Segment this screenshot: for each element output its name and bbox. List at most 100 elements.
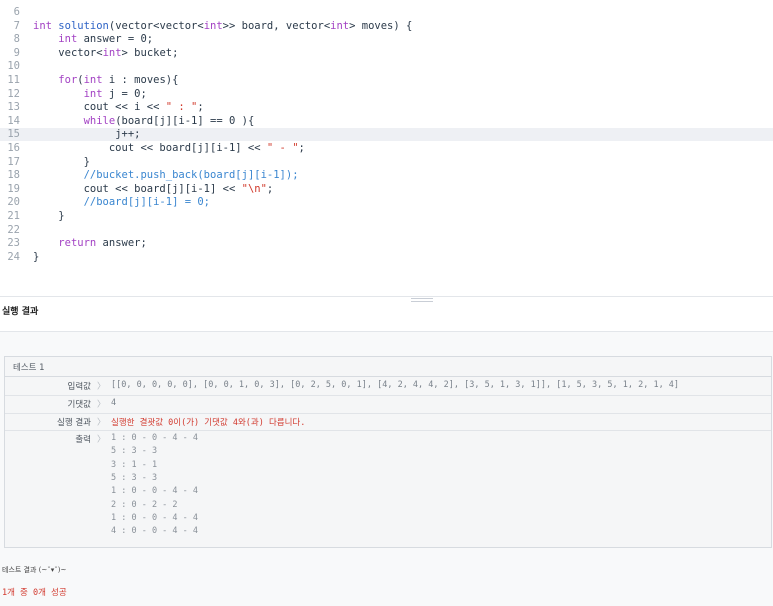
code-token: ; <box>266 182 274 195</box>
code-text: for(int i : moves){ <box>33 74 178 87</box>
code-token: " - " <box>266 142 299 154</box>
code-line[interactable]: 12 int j = 0; <box>0 88 773 101</box>
code-token: } <box>33 250 40 263</box>
code-line[interactable]: 19 cout << board[j][i-1] << "\n"; <box>0 183 773 196</box>
code-token: //bucket.push_back(board[j][i-1]); <box>83 169 299 182</box>
line-number: 18 <box>7 169 20 182</box>
code-line[interactable]: 9 vector<int> bucket; <box>0 47 773 60</box>
code-line[interactable]: 22 <box>0 224 773 237</box>
code-text: while(board[j][i-1] == 0 ){ <box>33 114 255 128</box>
code-line[interactable]: 18 //bucket.push_back(board[j][i-1]); <box>0 169 773 182</box>
line-number: 12 <box>7 87 20 100</box>
test-case-header: 테스트 1 <box>5 357 771 377</box>
line-number: 20 <box>7 196 20 209</box>
expected-row: 기댓값 〉 4 <box>5 395 771 414</box>
line-number: 8 <box>13 33 20 46</box>
code-line[interactable]: 16 cout << board[j][i-1] << " - "; <box>0 142 773 155</box>
chevron-right-icon: 〉 <box>97 400 106 410</box>
code-line[interactable]: 20 //board[j][i-1] = 0; <box>0 196 773 209</box>
code-token: >> board, vector< <box>222 19 331 32</box>
code-token: int <box>33 19 52 32</box>
code-token: int <box>58 33 78 46</box>
result-value: 실행한 결괏값 0이(가) 기댓값 4와(과) 다릅니다. <box>111 418 306 428</box>
code-text: vector<int> bucket; <box>33 47 178 60</box>
line-number: 22 <box>7 223 20 236</box>
code-token: ; <box>298 142 305 154</box>
test-summary-label: 테스트 결과 (~˘▾˘)~ <box>2 566 67 574</box>
code-line[interactable]: 6 <box>0 6 773 19</box>
code-line[interactable]: 8 int answer = 0; <box>0 33 773 46</box>
output-row: 출력 〉 1 : 0 - 0 - 4 - 4 5 : 3 - 3 3 : 1 - 1… <box>5 430 771 548</box>
code-token: int <box>330 19 350 32</box>
code-token: (vector<vector< <box>108 19 204 32</box>
line-number: 7 <box>13 19 20 32</box>
output-line: 4 : 0 - 0 - 4 - 4 <box>111 526 198 537</box>
code-token: int <box>102 46 122 59</box>
code-editor[interactable]: 6 7 int solution(vector<vector<int>> board… <box>0 0 773 294</box>
code-token: int <box>203 19 223 32</box>
code-token: while <box>83 114 116 127</box>
code-text: } <box>33 210 64 223</box>
code-text: cout << board[j][i-1] << "\n"; <box>33 182 274 196</box>
output-line: 5 : 3 - 3 <box>111 472 158 483</box>
code-token: cout << board[j][i-1] << <box>83 182 242 195</box>
line-number: 14 <box>7 114 20 127</box>
code-token: int <box>83 74 103 86</box>
line-number: 16 <box>7 142 20 154</box>
chevron-right-icon: 〉 <box>97 435 106 445</box>
output-line: 2 : 0 - 2 - 2 <box>111 499 178 510</box>
code-token: i : moves){ <box>102 74 179 86</box>
code-line[interactable]: 7 int solution(vector<vector<int>> board,… <box>0 20 773 33</box>
line-number: 23 <box>7 237 20 250</box>
code-text: int solution(vector<vector<int>> board, … <box>33 20 412 33</box>
code-line[interactable]: 14 while(board[j][i-1] == 0 ){ <box>0 115 773 128</box>
line-number: 6 <box>13 6 20 18</box>
code-token: cout << i << <box>83 101 166 114</box>
code-text: } <box>33 156 90 169</box>
code-text: return answer; <box>33 237 147 250</box>
line-number: 10 <box>7 60 20 73</box>
code-token: solution <box>58 19 109 32</box>
line-number: 24 <box>7 250 20 263</box>
code-text: int answer = 0; <box>33 33 153 46</box>
code-token: vector< <box>58 46 103 59</box>
output-line: 3 : 1 - 1 <box>111 459 158 470</box>
output-line: 5 : 3 - 3 <box>111 446 158 457</box>
line-number: 15 <box>7 128 20 141</box>
output-line: 1 : 0 - 0 - 4 - 4 <box>111 433 198 443</box>
code-token: for <box>58 74 78 86</box>
code-line[interactable]: 21 } <box>0 210 773 223</box>
code-line[interactable]: 11 for(int i : moves){ <box>0 74 773 87</box>
line-number: 17 <box>7 155 20 168</box>
code-line[interactable]: 17 } <box>0 156 773 169</box>
resize-handle[interactable] <box>411 298 433 302</box>
code-token: j++; <box>115 128 141 141</box>
code-token: } <box>83 155 90 168</box>
editor-divider <box>0 296 773 297</box>
code-line[interactable]: 23 return answer; <box>0 237 773 250</box>
code-line[interactable]: 13 cout << i << " : "; <box>0 101 773 114</box>
code-text: //bucket.push_back(board[j][i-1]); <box>33 169 299 182</box>
code-line[interactable]: 24} <box>0 251 773 264</box>
code-token: " : " <box>165 101 198 114</box>
test-case-name: 테스트 1 <box>13 363 45 373</box>
test-summary-value: 1개 중 0개 성공 <box>2 588 67 598</box>
chevron-right-icon: 〉 <box>97 382 106 392</box>
output-line: 1 : 0 - 0 - 4 - 4 <box>111 512 198 523</box>
code-token: answer; <box>96 237 147 250</box>
code-line[interactable]: 10 <box>0 60 773 73</box>
code-line[interactable]: 15 j++; <box>0 128 773 142</box>
line-number: 19 <box>7 182 20 195</box>
result-panel-title: 실행 결과 <box>2 307 39 317</box>
code-token: int <box>83 87 103 100</box>
input-label: 입력값 <box>67 382 91 392</box>
code-text: j++; <box>33 128 140 141</box>
